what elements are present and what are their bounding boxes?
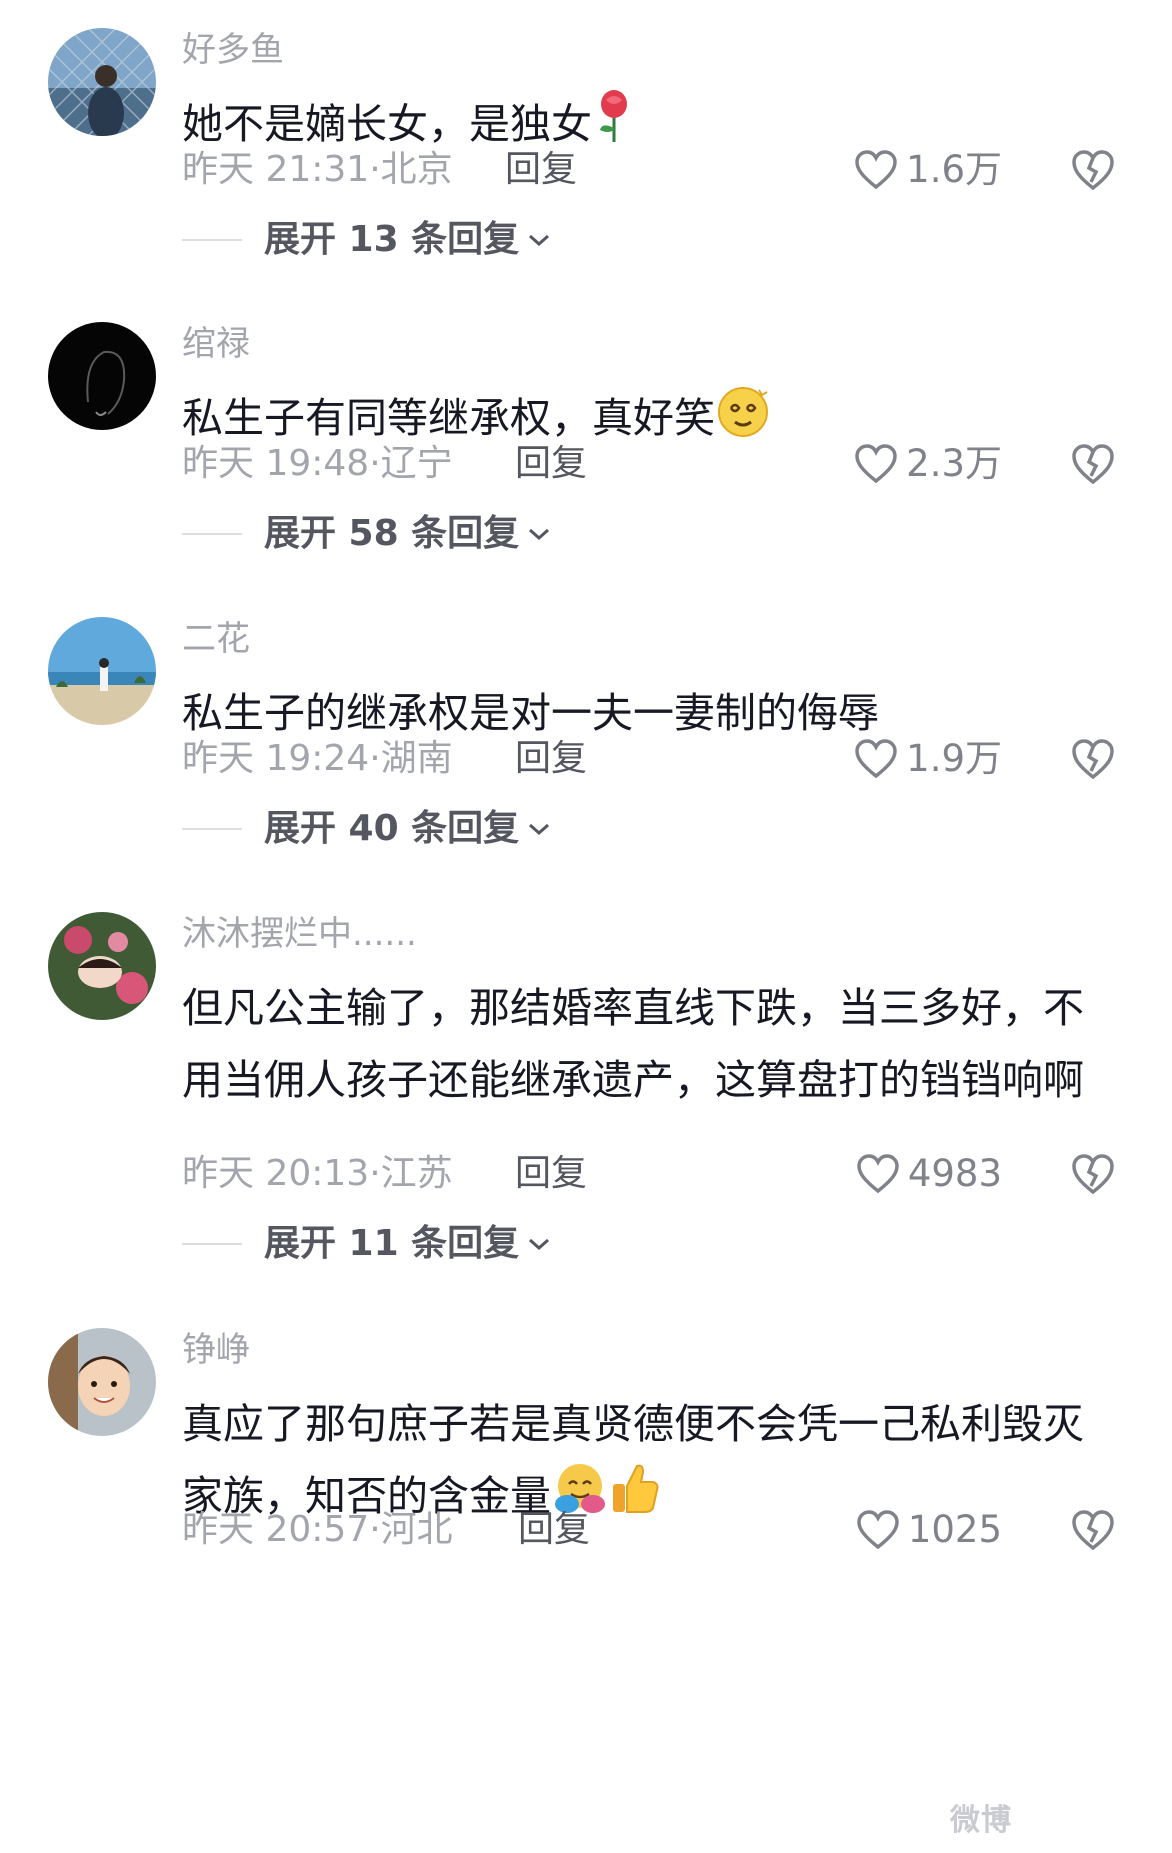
divider — [182, 239, 242, 241]
dislike-button[interactable] — [1070, 1508, 1116, 1556]
expand-replies-button[interactable]: 展开 58 条回复 — [182, 512, 551, 556]
reply-button[interactable]: 回复 — [518, 1508, 590, 1552]
heart-icon — [857, 1510, 899, 1550]
chevron-down-icon — [529, 1238, 550, 1251]
username[interactable]: 二花 — [182, 617, 250, 661]
expand-replies-button[interactable]: 展开 11 条回复 — [182, 1222, 551, 1266]
like-count: 1.9万 — [906, 737, 1002, 780]
chevron-down-icon — [529, 823, 550, 836]
broken-heart-icon — [1072, 1510, 1114, 1551]
divider — [182, 533, 242, 535]
avatar[interactable] — [48, 617, 156, 725]
comment-meta: 昨天 21:31·北京 — [182, 149, 453, 190]
rose-icon — [592, 88, 636, 166]
like-button[interactable]: 2.3万 — [854, 442, 1002, 486]
chevron-down-icon — [529, 234, 550, 247]
dizzy-face-icon — [715, 382, 771, 460]
avatar[interactable] — [48, 912, 156, 1020]
thumbs-up-icon — [609, 1460, 661, 1538]
like-button[interactable]: 1.6万 — [854, 148, 1002, 192]
like-count: 1.6万 — [906, 148, 1002, 191]
heart-icon — [855, 150, 897, 190]
broken-heart-icon — [1072, 444, 1114, 485]
divider — [182, 1243, 242, 1245]
username[interactable]: 沐沐摆烂中...... — [182, 912, 417, 956]
comment-meta: 昨天 19:48·辽宁 — [182, 443, 453, 484]
comment-meta: 昨天 20:13·江苏 — [182, 1153, 453, 1194]
avatar[interactable] — [48, 28, 156, 136]
reply-button[interactable]: 回复 — [515, 1152, 587, 1196]
reply-button[interactable]: 回复 — [515, 442, 587, 486]
like-button[interactable]: 1.9万 — [854, 737, 1002, 781]
username[interactable]: 绾禄 — [182, 322, 250, 366]
avatar[interactable] — [48, 322, 156, 430]
heart-icon — [857, 1154, 899, 1194]
avatar[interactable] — [48, 1328, 156, 1436]
dislike-button[interactable] — [1070, 737, 1116, 785]
reply-button[interactable]: 回复 — [505, 148, 577, 192]
broken-heart-icon — [1072, 150, 1114, 191]
expand-replies-button[interactable]: 展开 13 条回复 — [182, 218, 551, 262]
expand-replies-button[interactable]: 展开 40 条回复 — [182, 807, 551, 851]
chevron-down-icon — [529, 528, 550, 541]
reply-button[interactable]: 回复 — [515, 737, 587, 781]
comment-meta: 昨天 20:57·河北 — [182, 1509, 453, 1550]
comment-meta: 昨天 19:24·湖南 — [182, 738, 453, 779]
dislike-button[interactable] — [1070, 1152, 1116, 1200]
broken-heart-icon — [1072, 739, 1114, 780]
username[interactable]: 好多鱼 — [182, 28, 284, 72]
like-button[interactable]: 1025 — [856, 1508, 1002, 1552]
like-count: 4983 — [907, 1152, 1002, 1195]
broken-heart-icon — [1072, 1154, 1114, 1195]
username[interactable]: 铮峥 — [182, 1328, 250, 1372]
like-count: 1025 — [907, 1508, 1002, 1551]
dislike-button[interactable] — [1070, 148, 1116, 196]
like-button[interactable]: 4983 — [856, 1152, 1002, 1196]
divider — [182, 828, 242, 830]
comment-text: 但凡公主输了，那结婚率直线下跌，当三多好，不用当佣人孩子还能继承遗产，这算盘打的… — [182, 984, 1084, 1104]
like-count: 2.3万 — [906, 442, 1002, 485]
heart-icon — [855, 444, 897, 484]
dislike-button[interactable] — [1070, 442, 1116, 490]
heart-icon — [855, 739, 897, 779]
watermark: 微博 — [950, 1803, 1012, 1838]
